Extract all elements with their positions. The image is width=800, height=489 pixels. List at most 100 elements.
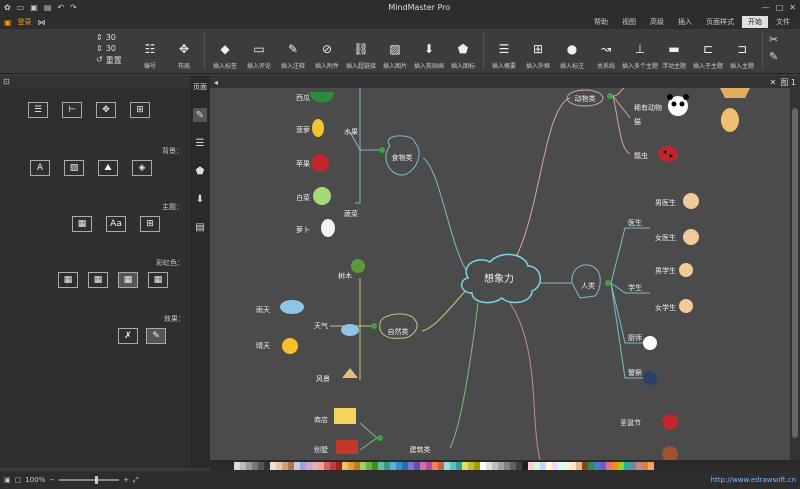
bg-image-icon[interactable]: ▨ [64, 160, 84, 176]
cut-icon[interactable]: ✂ [769, 33, 778, 46]
female-student[interactable]: 女学生 [655, 303, 676, 312]
layout-mindmap-icon[interactable]: ✥ [96, 102, 116, 118]
male-doctor[interactable]: 男医生 [655, 198, 676, 207]
effect-clear-icon[interactable]: ✗ [118, 328, 138, 344]
redo-icon[interactable]: ↷ [70, 3, 77, 12]
tab-page-style[interactable]: 页面样式 [700, 16, 740, 28]
save-icon[interactable]: ▤ [44, 3, 52, 12]
insert-clipart-button[interactable]: ⬇ 插入剪贴画 [414, 40, 444, 70]
animal-ladybug[interactable]: 瓢虫 [634, 151, 648, 160]
fullscreen-icon[interactable]: ⤢ [133, 476, 139, 485]
insert-icon-button[interactable]: ⬟ 插入图标 [449, 40, 477, 70]
nature-tree[interactable]: 树木 [338, 271, 352, 280]
tab-home[interactable]: 开始 [742, 16, 768, 28]
insert-comment-button[interactable]: ▭ 插入评论 [245, 40, 273, 70]
open-icon[interactable]: ▣ [30, 3, 38, 12]
new-icon[interactable]: ▭ [17, 3, 25, 12]
layout-button[interactable]: ✥ 布局 [170, 40, 198, 70]
layout-tree-icon[interactable]: ⊢ [62, 102, 82, 118]
animals-topic[interactable]: 动物类 [575, 94, 596, 103]
layout-list-icon[interactable]: ☰ [28, 102, 48, 118]
insert-subtopic-button[interactable]: ⊏ 插入子主题 [693, 40, 723, 70]
maximize-icon[interactable]: □ [776, 3, 784, 12]
theme-font-icon[interactable]: Aa [106, 216, 126, 232]
food-sub-veg[interactable]: 蔬菜 [344, 209, 358, 218]
tab-help[interactable]: 帮助 [588, 16, 614, 28]
color-grid-1-icon[interactable]: ▦ [58, 272, 78, 288]
effect-brush-icon[interactable]: ✎ [146, 328, 166, 344]
insert-summary-button[interactable]: ☰ 插入概要 [490, 40, 518, 70]
fruit-apple[interactable]: 苹果 [296, 159, 310, 168]
mindmap-canvas[interactable]: 想象力 动物类 稀有动物 猫 瓢虫 人类 医生 学生 厨师 警察 男医生 女医生… [210, 88, 790, 460]
zoom-in-icon[interactable]: + [123, 476, 129, 484]
reset-icon[interactable]: ↺ [96, 55, 103, 66]
tab-insert[interactable]: 插入 [672, 16, 698, 28]
collapse-dot[interactable] [605, 280, 611, 286]
insert-boundary-button[interactable]: ⊞ 插入外框 [524, 40, 552, 70]
relationship-button[interactable]: ↝ 关系线 [592, 40, 620, 70]
veg-radish[interactable]: 萝卜 [296, 225, 310, 234]
nature-scenery[interactable]: 风景 [316, 375, 330, 383]
nature-topic[interactable]: 自然类 [388, 327, 409, 336]
brush-icon[interactable]: ✎ [193, 108, 207, 122]
scroll-thumb[interactable] [792, 108, 798, 438]
animal-cat[interactable]: 猫 [634, 117, 641, 126]
color-grid-4-icon[interactable]: ▦ [148, 272, 168, 288]
vertical-scrollbar[interactable] [790, 88, 800, 460]
building-villa[interactable]: 别墅 [314, 445, 328, 454]
color-grid-2-icon[interactable]: ▦ [88, 272, 108, 288]
collapse-dot[interactable] [607, 93, 613, 99]
calendar-icon[interactable]: ▤ [193, 220, 207, 234]
fit-icon[interactable]: ▢ [15, 476, 22, 484]
clipart-panel-icon[interactable]: ⬇ [193, 192, 207, 206]
zoom-slider[interactable] [59, 476, 120, 484]
spin2-value[interactable]: 30 [106, 44, 116, 53]
floating-topic-button[interactable]: ▬ 浮动主题 [660, 40, 688, 70]
close-tab-icon[interactable]: ✕ [770, 78, 777, 87]
insert-tag-button[interactable]: ◆ 插入标签 [211, 40, 239, 70]
food-topic[interactable]: 食物类 [392, 153, 413, 162]
theme-grid-icon[interactable]: ▦ [72, 216, 92, 232]
zoom-out-icon[interactable]: − [49, 476, 55, 484]
layout-org-icon[interactable]: ⊞ [130, 102, 150, 118]
palette-swatch[interactable] [648, 461, 654, 470]
male-student[interactable]: 男学生 [655, 266, 676, 275]
share-icon[interactable]: ⋈ [38, 18, 46, 27]
insert-hyperlink-button[interactable]: ⛓ 插入超链接 [346, 40, 376, 70]
weather-sunny[interactable]: 晴天 [256, 341, 270, 350]
collapse-dot[interactable] [379, 147, 385, 153]
rare-animals-label[interactable]: 稀有动物 [634, 103, 662, 112]
bg-text-icon[interactable]: A [30, 160, 50, 176]
close-icon[interactable]: ✕ [789, 3, 796, 12]
central-topic[interactable]: 想象力 [484, 272, 514, 285]
insert-attachment-button[interactable]: ⊘ 插入附件 [313, 40, 341, 70]
buildings-topic[interactable]: 建筑类 [410, 445, 431, 454]
icon-gallery-icon[interactable]: ⬟ [193, 164, 207, 178]
bg-color-icon[interactable]: ◈ [132, 160, 152, 176]
pin-icon[interactable]: ⊡ [3, 77, 10, 86]
weather-rain[interactable]: 雨天 [256, 306, 270, 314]
people-cat-chef[interactable]: 厨师 [628, 333, 642, 342]
veg-cabbage[interactable]: 白菜 [296, 193, 310, 202]
insert-callout-button[interactable]: ● 插入标注 [558, 40, 586, 70]
spin1-value[interactable]: 30 [106, 33, 116, 42]
fruit-pineapple[interactable]: 菠萝 [296, 125, 310, 134]
food-sub-fruit[interactable]: 水果 [344, 127, 358, 136]
number-button[interactable]: ☷ 编号 [136, 40, 164, 70]
menu-icon[interactable]: ▣ [4, 18, 12, 27]
page-icon[interactable]: ▣ [4, 476, 11, 484]
document-tab[interactable]: 图 1 [780, 77, 796, 88]
insert-multiple-topics-button[interactable]: ⊥ 插入多个主题 [622, 40, 658, 70]
undo-icon[interactable]: ↶ [57, 3, 64, 12]
format-painter-icon[interactable]: ✎ [769, 50, 778, 63]
bg-landscape-icon[interactable]: ⛰ [98, 160, 118, 176]
people-cat-police[interactable]: 警察 [628, 368, 642, 377]
outline-icon[interactable]: ☰ [193, 136, 207, 150]
login-link[interactable]: 登录 [18, 17, 32, 27]
people-cat-student[interactable]: 学生 [628, 283, 642, 292]
collapse-dot[interactable] [377, 435, 383, 441]
people-topic[interactable]: 人类 [581, 281, 595, 290]
website-link[interactable]: http://www.edrawsoft.cn [711, 476, 796, 484]
minimize-icon[interactable]: — [762, 3, 770, 12]
female-doctor[interactable]: 女医生 [655, 233, 676, 242]
